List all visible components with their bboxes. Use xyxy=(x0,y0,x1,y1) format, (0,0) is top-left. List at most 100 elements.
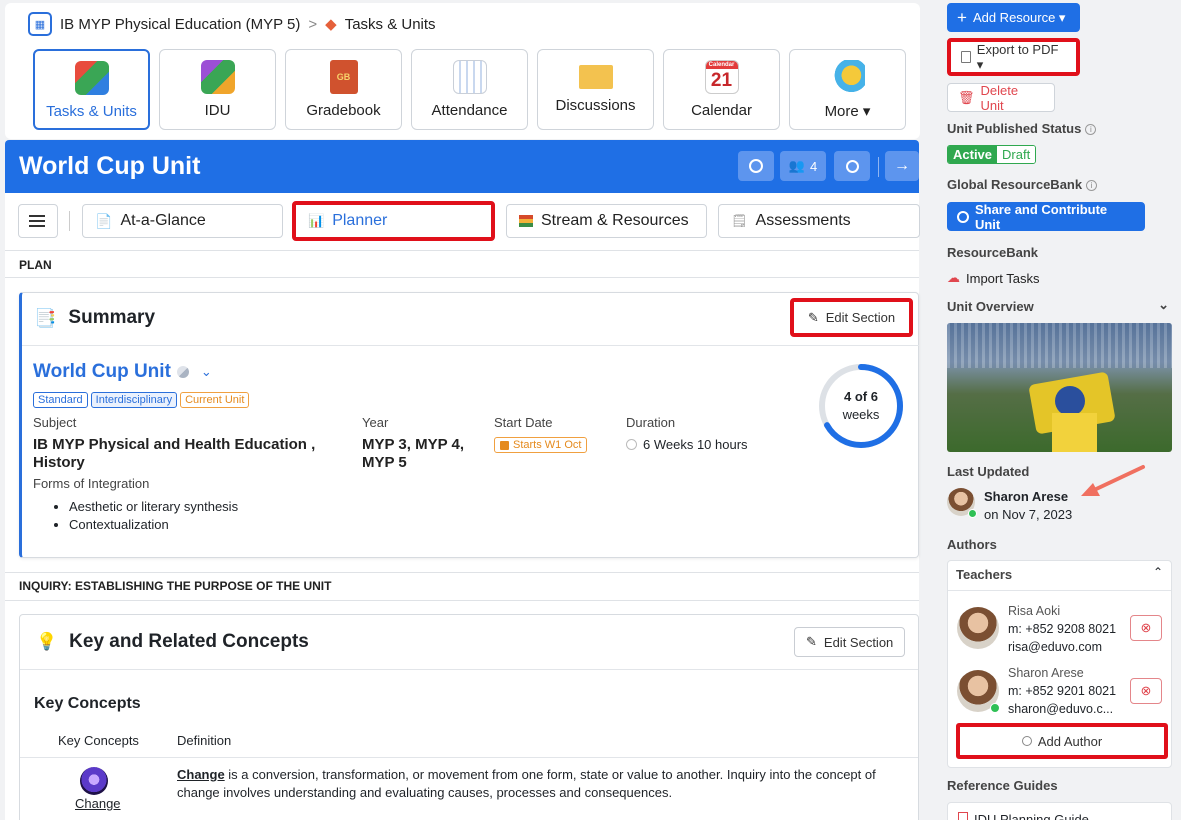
share-contribute-button[interactable]: Share and Contribute Unit xyxy=(947,202,1145,232)
info-icon[interactable]: i xyxy=(1085,124,1097,136)
global-resourcebank-text: Global ResourceBank xyxy=(947,177,1083,192)
nav-tile-tasks-units[interactable]: Tasks & Units xyxy=(33,49,150,130)
reference-guide-item[interactable]: IDU Planning Guide xyxy=(947,802,1172,820)
tag-standard: Standard xyxy=(33,392,88,408)
tab-planner[interactable]: 📊 Planner xyxy=(292,201,495,241)
concepts-card: 💡 Key and Related Concepts ✎ Edit Sectio… xyxy=(19,614,919,820)
teacher-email[interactable]: sharon@eduvo.c... xyxy=(1008,700,1116,718)
tab-label: Planner xyxy=(332,212,388,229)
teachers-divider xyxy=(948,590,1171,591)
members-button[interactable]: 👥 4 xyxy=(780,151,826,181)
status-draft[interactable]: Draft xyxy=(997,146,1036,163)
inquiry-section-label: INQUIRY: ESTABLISHING THE PURPOSE OF THE… xyxy=(5,572,919,601)
nav-tile-label: Discussions xyxy=(555,97,636,114)
tab-assessments[interactable]: 🗒 Assessments xyxy=(718,204,920,238)
summary-card: 📑 Summary ✎ Edit Section World Cup Unit … xyxy=(19,292,919,558)
nav-tile-label: IDU xyxy=(204,102,231,119)
unit-overview-label: Unit Overview ⌄ xyxy=(947,297,1172,314)
forms-list: Aesthetic or literary synthesis Contextu… xyxy=(69,498,238,534)
next-unit-button[interactable]: → xyxy=(885,151,919,181)
plus-icon: + xyxy=(957,7,967,27)
unit-header: World Cup Unit 👥 4 → xyxy=(5,140,919,193)
progress-text: 4 of 6 weeks xyxy=(816,388,906,424)
add-author-button[interactable]: Add Author xyxy=(956,723,1168,759)
add-resource-button[interactable]: + Add Resource ▾ xyxy=(947,3,1080,32)
concepts-edit-button[interactable]: ✎ Edit Section xyxy=(794,627,906,657)
unit-name-link[interactable]: World Cup Unit xyxy=(33,361,171,383)
unit-title: World Cup Unit xyxy=(19,152,201,180)
reference-guide-label: IDU Planning Guide xyxy=(974,812,1089,820)
published-status-text: Unit Published Status xyxy=(947,121,1082,136)
delete-unit-label: Delete Unit xyxy=(980,82,1019,113)
publish-status-toggle[interactable]: Active Draft xyxy=(947,145,1037,164)
nav-tile-attendance[interactable]: Attendance xyxy=(411,49,528,130)
tab-label: At-a-Glance xyxy=(120,212,206,229)
nav-tile-more[interactable]: More ▾ xyxy=(789,49,906,130)
tab-stream-resources[interactable]: Stream & Resources xyxy=(506,204,707,238)
last-updated-name: Sharon Arese xyxy=(984,489,1069,504)
tasks-units-icon: ◆ xyxy=(325,16,337,33)
arrow-right-icon: → xyxy=(894,157,910,174)
tag-interdisciplinary: Interdisciplinary xyxy=(90,392,178,408)
nav-tile-calendar[interactable]: Calendar 21 Calendar xyxy=(663,49,780,130)
chevron-up-icon[interactable]: ⌃ xyxy=(1153,565,1163,579)
tab-at-a-glance[interactable]: 📄 At-a-Glance xyxy=(82,204,283,238)
globe-icon xyxy=(845,159,859,173)
planner-icon: 📊 xyxy=(308,213,325,228)
nav-tile-idu[interactable]: IDU xyxy=(159,49,276,130)
add-user-icon xyxy=(1021,736,1032,746)
remove-teacher-button[interactable]: ⊗ xyxy=(1130,615,1162,641)
concepts-divider xyxy=(20,669,918,670)
delete-unit-button[interactable]: 🗑 Delete Unit xyxy=(947,82,1055,113)
nav-tile-label: Attendance xyxy=(431,102,508,119)
envelope-icon xyxy=(578,65,613,89)
concept-name[interactable]: Change xyxy=(75,796,121,811)
calendar-small-icon xyxy=(500,440,509,450)
tab-divider xyxy=(69,211,70,231)
breadcrumb-course[interactable]: IB MYP Physical Education (MYP 5) xyxy=(60,16,300,33)
status-active[interactable]: Active xyxy=(948,146,998,163)
teacher-name: Risa Aoki xyxy=(1008,604,1061,618)
concept-definition: Change is a conversion, transformation, … xyxy=(177,766,907,802)
summary-edit-button[interactable]: ✎ Edit Section xyxy=(790,298,913,337)
teacher-phone: m: +852 9208 8021 xyxy=(1008,622,1117,636)
sync-button[interactable] xyxy=(738,151,774,181)
cloud-download-icon: ☁ xyxy=(947,270,960,285)
export-pdf-label: Export to PDF ▾ xyxy=(976,41,1059,72)
year-label: Year xyxy=(362,415,389,430)
idu-puzzle-icon xyxy=(200,60,235,94)
tag-current-unit: Current Unit xyxy=(180,392,250,408)
start-date-value: Starts W1 Oct xyxy=(513,439,582,451)
definition-term: Change xyxy=(177,767,225,782)
info-icon[interactable]: i xyxy=(1086,180,1098,192)
puzzle-icon xyxy=(74,61,109,95)
duration-value: 6 Weeks 10 hours xyxy=(643,437,748,452)
nav-tile-discussions[interactable]: Discussions xyxy=(537,49,654,130)
grid-icon[interactable]: ▦ xyxy=(28,12,52,36)
chevron-down-icon[interactable]: ⌄ xyxy=(201,364,212,380)
gradebook-icon: GB xyxy=(329,60,358,94)
pdf-icon xyxy=(961,51,971,63)
avatar xyxy=(957,607,999,649)
global-resourcebank-label: Global ResourceBank i xyxy=(947,177,1098,192)
teacher-email[interactable]: risa@eduvo.com xyxy=(1008,638,1116,656)
globe-button[interactable] xyxy=(834,151,870,181)
progress-line1: 4 of 6 xyxy=(844,389,878,404)
close-circle-icon: ⊗ xyxy=(1140,683,1152,698)
remove-teacher-button[interactable]: ⊗ xyxy=(1130,678,1162,704)
import-tasks-link[interactable]: ☁ Import Tasks xyxy=(947,270,1039,286)
nav-tile-gradebook[interactable]: GB Gradebook xyxy=(285,49,402,130)
duration-row: 6 Weeks 10 hours xyxy=(626,437,748,452)
online-status-dot xyxy=(968,509,977,518)
export-pdf-button[interactable]: Export to PDF ▾ xyxy=(947,38,1080,76)
summary-icon: 📑 xyxy=(34,307,57,328)
guide-icon xyxy=(958,812,968,820)
unit-menu-button[interactable] xyxy=(18,204,58,238)
nav-tile-label: Calendar xyxy=(691,102,752,119)
lightbulb-icon xyxy=(830,60,865,94)
calendar-icon-day: 21 xyxy=(710,70,733,91)
chevron-down-icon[interactable]: ⌄ xyxy=(1158,297,1169,313)
globe-icon xyxy=(957,210,969,223)
subject-value: IB MYP Physical and Health Education , H… xyxy=(33,436,316,471)
trash-icon: 🗑 xyxy=(958,89,975,105)
